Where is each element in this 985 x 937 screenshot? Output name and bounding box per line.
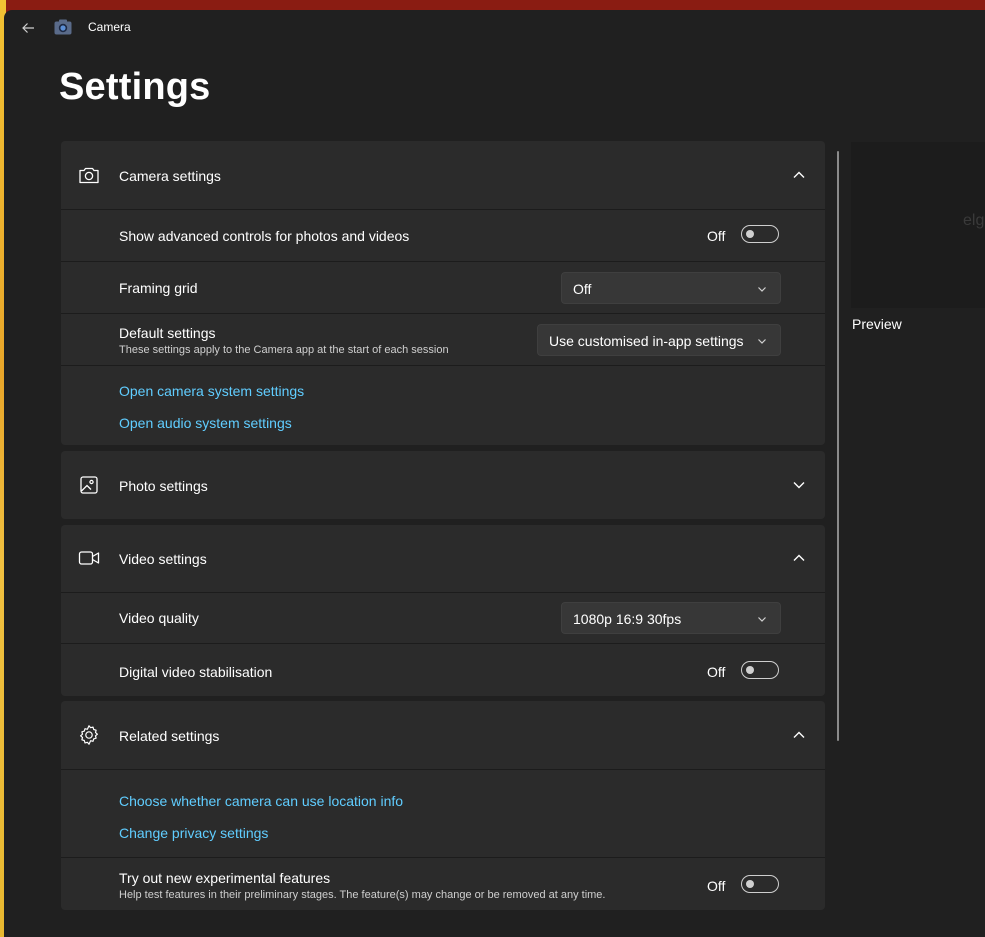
title-bar: Camera xyxy=(4,10,985,46)
chevron-down-icon[interactable] xyxy=(791,477,807,493)
default-settings-label: Default settings xyxy=(119,325,216,341)
toggle-knob xyxy=(746,230,754,238)
framing-grid-row: Framing grid Off xyxy=(61,261,825,314)
video-quality-dropdown[interactable]: 1080p 16:9 30fps xyxy=(561,602,781,634)
video-quality-row: Video quality 1080p 16:9 30fps xyxy=(61,592,825,644)
experimental-state: Off xyxy=(707,878,726,894)
experimental-toggle-group: Off xyxy=(707,875,781,897)
advanced-controls-toggle-group: Off xyxy=(707,225,781,247)
video-quality-label: Video quality xyxy=(119,610,199,626)
default-settings-value: Use customised in-app settings xyxy=(549,333,744,349)
default-settings-description: These settings apply to the Camera app a… xyxy=(119,344,449,356)
photo-settings-panel[interactable]: Photo settings xyxy=(61,451,825,519)
related-settings-panel: Related settings Choose whether camera c… xyxy=(61,701,825,910)
camera-links-row: Open camera system settings Open audio s… xyxy=(61,365,825,446)
open-camera-system-settings-link[interactable]: Open camera system settings xyxy=(119,383,304,399)
chevron-up-icon[interactable] xyxy=(791,727,807,743)
app-title: Camera xyxy=(88,20,131,34)
stabilisation-toggle-group: Off xyxy=(707,661,781,683)
chevron-down-icon xyxy=(758,339,766,344)
back-arrow-icon xyxy=(22,23,34,33)
experimental-features-row: Try out new experimental features Help t… xyxy=(61,857,825,911)
camera-icon xyxy=(79,167,99,184)
advanced-controls-label: Show advanced controls for photos and vi… xyxy=(119,228,410,244)
stabilisation-label: Digital video stabilisation xyxy=(119,664,273,680)
video-settings-panel: Video settings Video quality 1080p 16:9 … xyxy=(61,525,825,696)
experimental-toggle[interactable] xyxy=(741,875,779,893)
framing-grid-dropdown[interactable]: Off xyxy=(561,272,781,304)
advanced-controls-state: Off xyxy=(707,228,726,244)
framing-grid-label: Framing grid xyxy=(119,280,198,296)
camera-window: Camera Settings Camera settings Show adv… xyxy=(4,10,985,937)
video-quality-value: 1080p 16:9 30fps xyxy=(573,611,682,627)
preview-label: Preview xyxy=(852,316,902,332)
advanced-controls-toggle[interactable] xyxy=(741,225,779,243)
location-info-link[interactable]: Choose whether camera can use location i… xyxy=(119,793,403,809)
scrollbar[interactable] xyxy=(837,151,839,741)
preview-ghost-text: elg xyxy=(963,212,985,229)
chevron-up-icon[interactable] xyxy=(791,550,807,566)
photo-icon xyxy=(80,476,98,494)
experimental-features-description: Help test features in their preliminary … xyxy=(119,889,606,901)
camera-app-icon xyxy=(54,19,72,35)
camera-preview: elg xyxy=(851,142,985,308)
stabilisation-row: Digital video stabilisation Off xyxy=(61,643,825,697)
back-button[interactable] xyxy=(16,16,40,40)
video-camera-icon xyxy=(78,551,100,565)
photo-settings-title: Photo settings xyxy=(119,478,208,494)
chevron-up-icon[interactable] xyxy=(791,167,807,183)
toggle-knob xyxy=(746,666,754,674)
related-settings-title: Related settings xyxy=(119,728,220,744)
stabilisation-toggle[interactable] xyxy=(741,661,779,679)
video-settings-title: Video settings xyxy=(119,551,207,567)
default-settings-dropdown[interactable]: Use customised in-app settings xyxy=(537,324,781,356)
related-settings-header[interactable]: Related settings xyxy=(61,701,825,769)
toggle-knob xyxy=(746,880,754,888)
chevron-down-icon xyxy=(758,287,766,292)
camera-settings-title: Camera settings xyxy=(119,168,221,184)
framing-grid-value: Off xyxy=(573,281,592,297)
privacy-settings-link[interactable]: Change privacy settings xyxy=(119,825,268,841)
advanced-controls-row: Show advanced controls for photos and vi… xyxy=(61,209,825,262)
camera-settings-panel: Camera settings Show advanced controls f… xyxy=(61,141,825,445)
experimental-features-label: Try out new experimental features xyxy=(119,870,331,886)
open-audio-system-settings-link[interactable]: Open audio system settings xyxy=(119,415,292,431)
related-links-row: Choose whether camera can use location i… xyxy=(61,769,825,858)
default-settings-row: Default settings These settings apply to… xyxy=(61,313,825,366)
video-settings-header[interactable]: Video settings xyxy=(61,525,825,592)
gear-icon xyxy=(80,725,98,745)
camera-settings-header[interactable]: Camera settings xyxy=(61,141,825,209)
stabilisation-state: Off xyxy=(707,664,726,680)
page-title: Settings xyxy=(59,66,211,108)
chevron-down-icon xyxy=(758,617,766,622)
